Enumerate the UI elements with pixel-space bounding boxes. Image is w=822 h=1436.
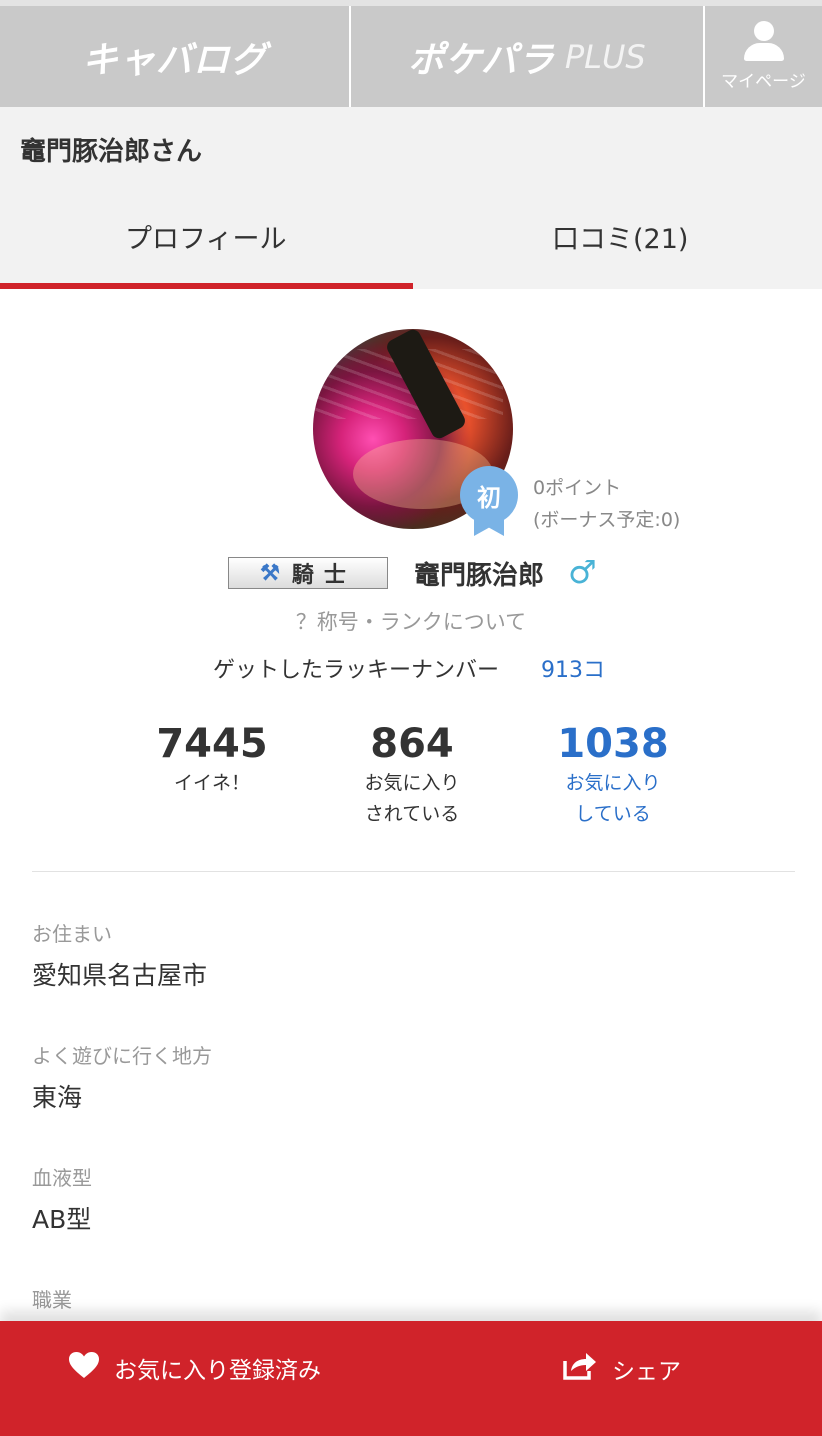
- favoriting-count[interactable]: 1038: [523, 720, 703, 768]
- heart-icon: [68, 1351, 100, 1385]
- points-info: 0ポイント (ボーナス予定:0): [533, 472, 680, 536]
- pokepara-plus-logo-link[interactable]: ポケパラ PLUS: [351, 6, 705, 107]
- active-tab-indicator: [0, 283, 413, 289]
- share-button[interactable]: シェア: [562, 1351, 681, 1387]
- rank-plate: ⚒ 騎士: [228, 557, 388, 589]
- likes-label: イイネ！: [173, 772, 250, 794]
- favoriting-stat[interactable]: 1038 お気に入り している: [523, 720, 703, 830]
- profile-header: 竈門豚治郎さん プロフィール 口コミ(21): [0, 107, 822, 289]
- pokepara-logo: ポケパラ: [408, 39, 555, 81]
- cabalog-logo-link[interactable]: キャバログ: [0, 6, 351, 107]
- cabalog-logo: キャバログ: [81, 39, 267, 81]
- beginner-badge: 初: [460, 466, 518, 524]
- male-gender-icon: ♂: [568, 553, 597, 591]
- rank-info-link[interactable]: ？称号・ランクについて: [0, 606, 822, 636]
- favoriting-label-1[interactable]: お気に入り: [523, 768, 703, 799]
- share-label: シェア: [612, 1359, 681, 1385]
- tab-profile[interactable]: プロフィール: [125, 217, 286, 256]
- likes-count: 7445: [156, 721, 268, 767]
- blood-type-value: AB型: [32, 1205, 92, 1234]
- mypage-label: マイページ: [721, 72, 806, 92]
- frequent-area-label: よく遊びに行く地方: [32, 1044, 212, 1068]
- crossed-axes-icon: ⚒: [260, 560, 280, 586]
- occupation-label: 職業: [32, 1288, 72, 1312]
- share-icon: [562, 1351, 598, 1387]
- person-icon: [742, 21, 786, 63]
- favorite-label: お気に入り登録済み: [114, 1358, 321, 1384]
- frequent-area-value: 東海: [32, 1083, 83, 1112]
- divider: [32, 871, 795, 872]
- plus-label: PLUS: [564, 37, 646, 76]
- lucky-number-value[interactable]: 913コ: [541, 652, 605, 684]
- tab-reviews[interactable]: 口コミ(21): [552, 217, 688, 256]
- residence-value: 愛知県名古屋市: [32, 961, 208, 990]
- bottom-action-bar: お気に入り登録済み シェア: [0, 1321, 822, 1436]
- likes-stat: 7445 イイネ！: [122, 720, 302, 799]
- favorited-by-count: 864: [370, 721, 454, 767]
- residence-label: お住まい: [32, 922, 112, 946]
- lucky-number-label: ゲットしたラッキーナンバー: [213, 658, 500, 683]
- favorite-button[interactable]: お気に入り登録済み: [68, 1351, 321, 1385]
- top-nav-bar: キャバログ ポケパラ PLUS マイページ: [0, 0, 822, 107]
- blood-type-label: 血液型: [32, 1166, 92, 1190]
- page-title: 竈門豚治郎さん: [20, 137, 203, 167]
- rank-title: 騎士: [291, 562, 356, 588]
- bonus-value: (ボーナス予定:0): [533, 509, 681, 531]
- username: 竈門豚治郎: [414, 561, 545, 591]
- favorited-by-label-1: お気に入り: [364, 772, 460, 794]
- favorited-by-stat: 864 お気に入り されている: [322, 720, 502, 830]
- favoriting-label-2[interactable]: している: [523, 799, 703, 830]
- points-value: 0ポイント: [533, 477, 622, 499]
- favorited-by-label-2: されている: [364, 803, 460, 825]
- mypage-button[interactable]: マイページ: [705, 6, 822, 107]
